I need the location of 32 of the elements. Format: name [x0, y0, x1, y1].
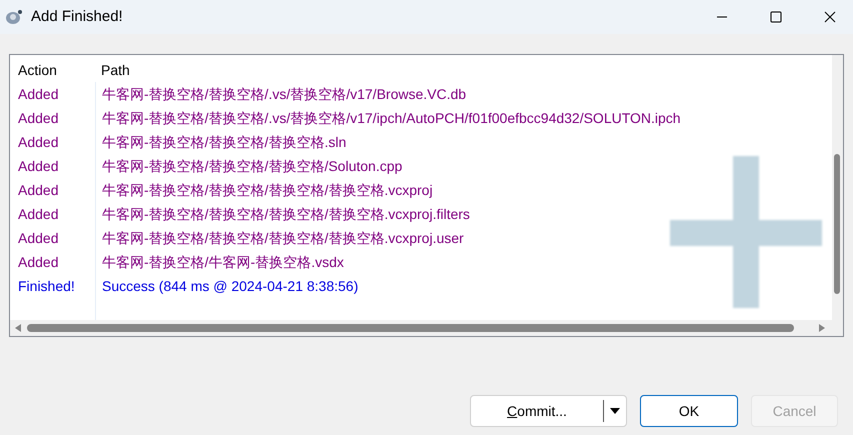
- dialog-button[interactable]: OK: [640, 395, 738, 427]
- scroll-left-icon[interactable]: [15, 324, 21, 332]
- vertical-scrollbar[interactable]: [832, 55, 843, 320]
- table-cell-text: Added: [17, 180, 60, 200]
- column-header[interactable]: Path: [95, 60, 130, 80]
- dropdown-caret-icon[interactable]: [610, 408, 620, 414]
- horizontal-scrollbar[interactable]: [10, 320, 843, 336]
- table-cell-text: Finished!: [17, 276, 76, 296]
- app-icon: [5, 9, 23, 25]
- table-cell-text: Added: [17, 156, 60, 176]
- table-cell-text: Added: [17, 204, 60, 224]
- table-cell: 牛客网-替换空格/牛客网-替换空格.vsdx: [95, 250, 344, 274]
- table-cell-text: Added: [17, 252, 60, 272]
- table-cell: 牛客网-替换空格/替换空格/替换空格/替换空格.vcxproj.filters: [95, 202, 470, 226]
- commit-split-button[interactable]: Commit...: [470, 395, 627, 427]
- table-cell-text: Added: [17, 132, 60, 152]
- table-cell-text: Added: [17, 84, 60, 104]
- scroll-right-icon[interactable]: [819, 324, 825, 332]
- window-title: Add Finished!: [31, 6, 123, 27]
- column-header[interactable]: Action: [10, 60, 95, 80]
- plus-icon: [670, 156, 822, 308]
- table-cell: 牛客网-替换空格/替换空格/.vs/替换空格/v17/Browse.VC.db: [95, 82, 466, 106]
- table-cell: 牛客网-替换空格/替换空格/替换空格.sln: [95, 130, 346, 154]
- table-cell: Success (844 ms @ 2024-04-21 8:38:56): [95, 274, 358, 298]
- scrollbar-thumb[interactable]: [27, 324, 794, 332]
- table-cell: 牛客网-替换空格/替换空格/.vs/替换空格/v17/ipch/AutoPCH/f01f00efbcc94d32/SOLUTON.ipch: [95, 106, 681, 130]
- table-cell: 牛客网-替换空格/替换空格/替换空格/Soluton.cpp: [95, 154, 402, 178]
- table-cell-text: Added: [17, 108, 60, 128]
- table-cell: 牛客网-替换空格/替换空格/替换空格/替换空格.vcxproj.user: [95, 226, 464, 250]
- table-cell: 牛客网-替换空格/替换空格/替换空格/替换空格.vcxproj: [95, 178, 433, 202]
- table-cell-text: Added: [17, 228, 60, 248]
- scrollbar-thumb[interactable]: [834, 154, 840, 294]
